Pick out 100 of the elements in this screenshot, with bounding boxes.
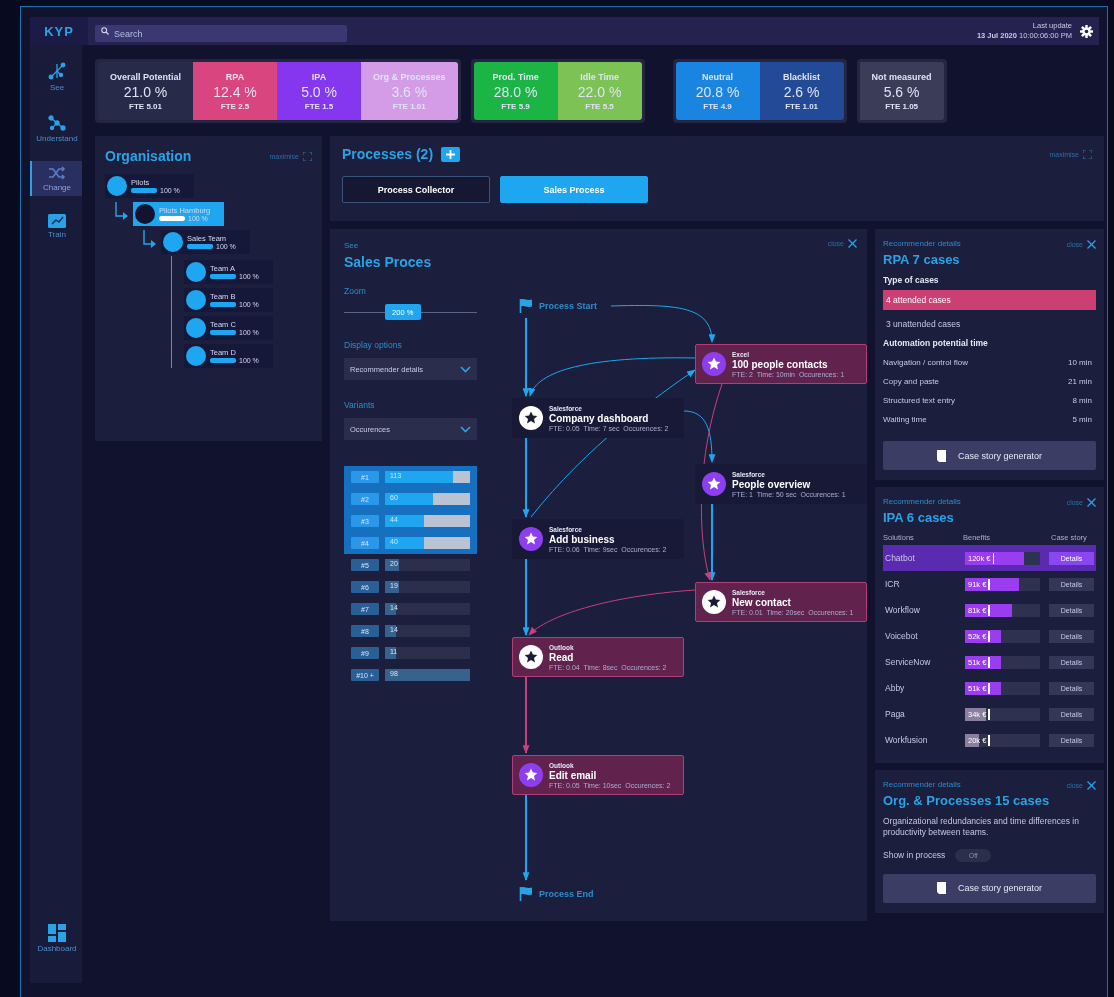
marker-tick xyxy=(988,734,990,746)
time-value: 5 min xyxy=(1072,415,1092,424)
kpi-value: 2.6 % xyxy=(783,83,820,100)
case-type-option[interactable]: 3 unattended cases xyxy=(883,314,1096,334)
panel-title: Organisation xyxy=(105,148,192,164)
nodes-icon xyxy=(47,114,67,132)
kpi-fte: FTE 1.01 xyxy=(785,101,819,111)
chevron-down-icon xyxy=(460,365,471,373)
time-label: Waiting time xyxy=(883,415,927,424)
node-title: People overview xyxy=(732,478,812,490)
kpi-fte: FTE 1.05 xyxy=(885,101,919,111)
marker-tick xyxy=(988,708,990,720)
settings-icon[interactable] xyxy=(1080,24,1093,38)
grid-icon xyxy=(48,924,66,942)
kpi-label: Blacklist xyxy=(783,71,821,82)
time-value: 21 min xyxy=(1068,377,1092,386)
document-icon xyxy=(936,449,946,462)
marker-tick xyxy=(988,656,990,668)
node-title: 100 people contacts xyxy=(732,358,829,370)
kpi-value: 21.0 % xyxy=(123,83,168,100)
panel-title: Processes (2) xyxy=(342,146,434,162)
panel-kicker: Recommender details xyxy=(883,239,961,248)
panel-title: IPA 6 cases xyxy=(883,510,955,525)
case-type-option[interactable]: 4 attended cases xyxy=(883,290,1096,310)
kpi-label: Overall Potential xyxy=(110,71,182,82)
node-title: Edit email xyxy=(549,769,598,781)
kpi-value: 28.0 % xyxy=(493,83,538,100)
avatar-circle xyxy=(186,290,206,310)
chevron-down-icon xyxy=(460,425,471,433)
expand-icon xyxy=(303,151,312,161)
kpi-label: Not measured xyxy=(871,71,932,82)
kpi-value: 5.0 % xyxy=(301,83,337,100)
solution-name: ICR xyxy=(885,579,901,589)
time-value: 8 min xyxy=(1072,396,1092,405)
description-text: Organizational redundancies and time differences in productivity between teams. xyxy=(883,816,1080,839)
kpi-fte: FTE 5.5 xyxy=(585,101,614,111)
nav-item[interactable]: Dashboard xyxy=(30,920,82,957)
process-end-label: Process End xyxy=(539,888,594,899)
panel-title: Org. & Processes 15 cases xyxy=(883,793,1051,808)
node-title: New contact xyxy=(732,596,792,608)
kpi-value: 3.6 % xyxy=(391,83,428,100)
add-button[interactable] xyxy=(441,146,461,162)
kpi-label: Neutral xyxy=(702,71,734,82)
avatar-circle xyxy=(186,262,206,282)
toggle-label: Show in process xyxy=(883,850,946,861)
solution-name: ServiceNow xyxy=(885,657,932,667)
section-heading: Automation potential time xyxy=(883,338,989,348)
solution-name: Abby xyxy=(885,683,906,693)
panel-kicker: Recommender details xyxy=(883,497,961,506)
case-story-button[interactable]: Case story generator xyxy=(883,441,1096,470)
kpi-label: IPA xyxy=(311,71,327,82)
process-start-label: Process Start xyxy=(539,300,598,311)
kpi-label: Org & Processes xyxy=(373,71,446,82)
avatar-circle xyxy=(135,204,155,224)
marker-tick xyxy=(992,552,995,564)
close-icon xyxy=(1087,781,1096,790)
time-value: 10 min xyxy=(1068,358,1092,367)
kpi-label: Idle Time xyxy=(580,71,619,82)
close-icon xyxy=(1087,498,1096,507)
marker-tick xyxy=(988,630,990,642)
solution-name: Paga xyxy=(885,709,906,719)
solution-name: Voicebot xyxy=(885,631,919,641)
kpi-value: 5.6 % xyxy=(883,83,920,100)
case-story-button[interactable]: Case story generator xyxy=(883,873,1096,903)
time-label: Copy and paste xyxy=(883,377,940,386)
node-title: Company dashboard xyxy=(549,412,650,424)
search-field[interactable]: Search xyxy=(95,25,347,42)
avatar-circle xyxy=(163,232,183,252)
kpi-value: 22.0 % xyxy=(577,83,622,100)
panel-kicker: See xyxy=(344,241,359,250)
kpi-fte: FTE 1.5 xyxy=(304,101,334,111)
time-label: Navigation / control flow xyxy=(883,358,968,367)
panel-title: Sales Proces xyxy=(344,254,433,270)
close-icon xyxy=(848,239,857,248)
solution-name: Workfusion xyxy=(885,735,929,745)
nav-item[interactable]: Train xyxy=(30,210,82,243)
kpi-fte: FTE 5.01 xyxy=(129,101,162,111)
kpi-fte: FTE 2.5 xyxy=(220,101,250,111)
node-title: Add business xyxy=(549,533,616,545)
kpi-value: 20.8 % xyxy=(695,83,740,100)
nav-item[interactable]: Understand xyxy=(30,110,82,147)
panel-kicker: Recommender details xyxy=(883,780,961,789)
shuffle-icon xyxy=(47,165,67,181)
marker-tick xyxy=(988,604,990,616)
flag-icon xyxy=(519,298,533,313)
search-icon xyxy=(101,27,109,35)
plus-icon xyxy=(446,149,456,159)
nav-item[interactable]: Change xyxy=(30,161,82,196)
kpi-label: Prod. Time xyxy=(492,71,539,82)
document-icon xyxy=(936,882,946,895)
avatar-circle xyxy=(186,318,206,338)
flag-icon xyxy=(519,886,533,901)
zoom-label: Zoom xyxy=(344,286,367,296)
solution-name: Workflow xyxy=(885,605,921,615)
display-options-label: Display options xyxy=(344,340,403,350)
nav-item[interactable]: See xyxy=(30,57,82,96)
kpi-fte: FTE 5.9 xyxy=(501,101,530,111)
time-label: Structured text entry xyxy=(883,396,956,405)
marker-tick xyxy=(988,578,990,590)
process-tab[interactable]: Process Collector xyxy=(342,176,490,203)
